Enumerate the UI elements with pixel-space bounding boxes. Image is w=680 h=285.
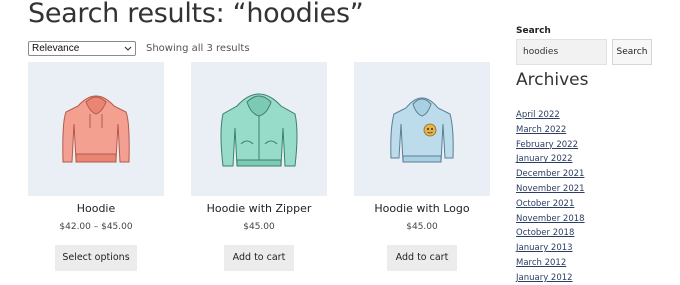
list-item: October 2021	[516, 193, 585, 209]
product-image[interactable]	[191, 62, 327, 196]
list-item: January 2012	[516, 267, 585, 283]
list-item: January 2022	[516, 148, 585, 164]
hoodie-logo-illustration	[390, 97, 454, 163]
select-options-button[interactable]: Select options	[55, 245, 137, 271]
product-name[interactable]: Hoodie with Zipper	[171, 202, 347, 215]
product-card: Hoodie $42.00 – $45.00 Select options	[28, 62, 164, 271]
product-card: Hoodie with Logo $45.00 Add to cart	[354, 62, 490, 271]
search-input[interactable]: hoodies	[516, 39, 607, 65]
archive-link[interactable]: January 2012	[516, 273, 573, 283]
product-card: Hoodie with Zipper $45.00 Add to cart	[191, 62, 327, 271]
product-image[interactable]	[28, 62, 164, 196]
list-item: April 2022	[516, 104, 585, 120]
ordering-selected-value: Relevance	[32, 43, 80, 54]
ordering-select[interactable]: Relevance	[28, 41, 136, 56]
list-item: November 2021	[516, 178, 585, 194]
logo-badge-icon	[423, 123, 437, 137]
archives-heading: Archives	[516, 70, 589, 90]
list-item: October 2018	[516, 222, 585, 238]
product-image[interactable]	[354, 62, 490, 196]
hoodie-zipper-illustration	[220, 93, 298, 167]
result-count: Showing all 3 results	[146, 43, 250, 54]
list-item: March 2012	[516, 252, 585, 268]
product-price: $42.00 – $45.00	[59, 222, 133, 232]
list-item: March 2022	[516, 119, 585, 135]
product-price: $45.00	[243, 222, 275, 232]
list-item: February 2022	[516, 134, 585, 150]
product-name[interactable]: Hoodie with Logo	[334, 202, 510, 215]
chevron-down-icon	[124, 46, 132, 51]
list-item: November 2018	[516, 208, 585, 224]
list-item: January 2013	[516, 237, 585, 253]
list-item: December 2021	[516, 163, 585, 179]
product-price: $45.00	[406, 222, 438, 232]
search-label: Search	[516, 26, 551, 36]
search-button[interactable]: Search	[612, 39, 652, 65]
add-to-cart-button[interactable]: Add to cart	[387, 245, 457, 271]
page-title: Search results: “hoodies”	[28, 0, 364, 29]
product-name[interactable]: Hoodie	[8, 202, 184, 215]
add-to-cart-button[interactable]: Add to cart	[224, 245, 294, 271]
hoodie-illustration	[62, 95, 130, 163]
archives-list: April 2022 March 2022 February 2022 Janu…	[516, 104, 585, 283]
